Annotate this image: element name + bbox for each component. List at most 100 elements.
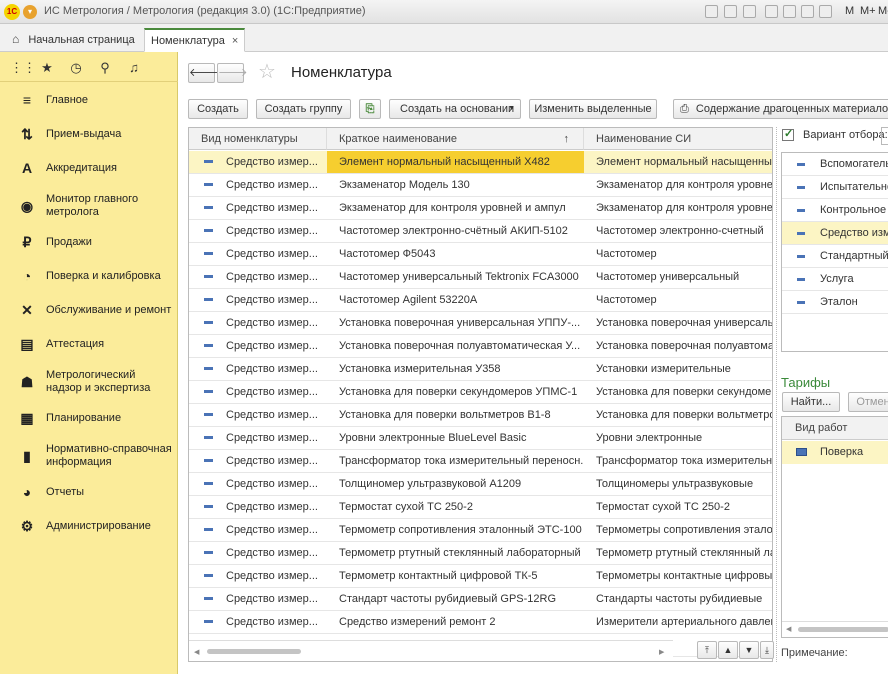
history-icon[interactable] — [819, 5, 832, 18]
copy-icon[interactable] — [783, 5, 796, 18]
table-row[interactable]: Средство измер... Элемент нормальный насы… — [189, 151, 772, 174]
table-row[interactable]: Средство измер... Уровни электронные Blue… — [189, 427, 772, 450]
search-icon[interactable]: ⚲ — [97, 60, 113, 76]
scroll-left-icon[interactable]: ◀ — [786, 625, 791, 633]
sidebar-item-sales[interactable]: ₽ Продажи — [0, 232, 178, 252]
scroll-bottom-button[interactable]: ⤓ — [760, 641, 774, 659]
memory-button[interactable]: M — [845, 5, 854, 17]
kind-list-item[interactable]: Испытательно — [782, 176, 888, 199]
kind-list-item[interactable]: Эталон — [782, 291, 888, 314]
table-row[interactable]: Средство измер... Термометр сопротивления… — [189, 519, 772, 542]
sidebar-item-supervision[interactable]: ☗ Метрологический надзор и экспертиза — [0, 368, 178, 396]
create-group-button[interactable]: Создать группу — [256, 99, 351, 119]
find-button[interactable]: Найти... — [782, 392, 840, 412]
sidebar-item-main[interactable]: ≡ Главное — [0, 90, 178, 110]
main-menu-button[interactable]: ▾ — [23, 5, 37, 19]
print-icon[interactable] — [724, 5, 737, 18]
kind-list[interactable]: Вспомогатель Испытательно Контрольное о Сре… — [781, 152, 888, 352]
bell-icon[interactable]: ♫ — [126, 60, 142, 76]
table-row[interactable]: Средство измер... Термометр контактный ци… — [189, 565, 772, 588]
history-clock-icon[interactable]: ◷ — [68, 60, 84, 76]
table-row[interactable]: Средство измер... Установка измерительная… — [189, 358, 772, 381]
back-button[interactable]: 🡐 — [188, 63, 219, 83]
table-row[interactable]: Средство измер... Стандарт частоты рубиди… — [189, 588, 772, 611]
table-row[interactable]: Средство измер... Толщиномер ультразвуков… — [189, 473, 772, 496]
precious-metals-button[interactable]: ⎙ Содержание драгоценных материалов — [673, 99, 888, 119]
scrollbar-thumb[interactable] — [798, 627, 888, 632]
create-button[interactable]: Создать — [188, 99, 248, 119]
column-header-work-type[interactable]: Вид работ — [782, 417, 888, 440]
sidebar-item-admin[interactable]: ⚙ Администрирование — [0, 516, 178, 536]
preview-icon[interactable] — [743, 5, 756, 18]
star-icon[interactable]: ★ — [39, 60, 55, 76]
table-row[interactable]: Средство измер... Экзаменатор для контрол… — [189, 197, 772, 220]
paste-icon[interactable] — [801, 5, 814, 18]
sidebar-item-attestation[interactable]: ▤ Аттестация — [0, 334, 178, 354]
close-icon[interactable]: × — [232, 35, 238, 47]
kind-list-item[interactable]: Средство изме — [782, 222, 888, 245]
kind-list-item[interactable]: Услуга — [782, 268, 888, 291]
scrollbar-thumb[interactable] — [207, 649, 301, 654]
table-row[interactable]: Средство измер... Средство измерений ремо… — [189, 611, 772, 634]
tab-nomenclature[interactable]: Номенклатура × — [144, 28, 246, 52]
sidebar-item-verification[interactable]: ◔ Поверка и калибровка — [0, 266, 178, 286]
splitter[interactable] — [776, 127, 777, 662]
edit-selected-button[interactable]: Изменить выделенные — [529, 99, 657, 119]
table-row[interactable]: Средство измер... Экзаменатор Модель 130 Э… — [189, 174, 772, 197]
sidebar-item-accreditation[interactable]: A Аккредитация — [0, 158, 178, 178]
tariffs-horizontal-scrollbar[interactable]: ◀ — [782, 621, 888, 637]
table-row[interactable]: Средство измер... Трансформатор тока изме… — [189, 450, 772, 473]
cancel-search-button[interactable]: Отмен — [848, 392, 888, 412]
table-row[interactable]: Средство измер... Термостат сухой ТС 250-… — [189, 496, 772, 519]
si-name-cell: Установка поверочная полуавтомати — [596, 340, 773, 352]
column-header-si-name[interactable]: Наименование СИ — [584, 128, 772, 150]
table-row[interactable]: Средство измер... Установка для поверки с… — [189, 381, 772, 404]
tab-home[interactable]: ⌂ Начальная страница — [6, 28, 141, 52]
scroll-down-button[interactable]: ▼ — [739, 641, 759, 659]
table-row[interactable]: Средство измер... Частотомер Ф5043 Частото… — [189, 243, 772, 266]
filter-select[interactable] — [881, 127, 888, 145]
memory-minus-button[interactable]: M- — [878, 5, 888, 17]
table-row[interactable]: Средство измер... Установка поверочная по… — [189, 335, 773, 358]
table-row[interactable]: Средство измер... Частотомер Agilent 5322… — [189, 289, 772, 312]
scroll-top-button[interactable]: ⤒ — [697, 641, 717, 659]
kind-cell: Средство измер... — [226, 202, 318, 214]
table-row[interactable]: Средство измер... Установка поверочная ун… — [189, 312, 773, 335]
table-row[interactable]: Средство измер... Термометр ртутный стекл… — [189, 542, 772, 565]
horizontal-scrollbar[interactable]: ◀ ▶ — [189, 640, 673, 660]
favorite-star-icon[interactable]: ☆ — [258, 60, 276, 84]
table-row[interactable]: Средство измер... Частотомер универсальны… — [189, 266, 772, 289]
table-row[interactable]: Средство измер... Частотомер электронно-с… — [189, 220, 772, 243]
create-based-on-button[interactable]: Создать на основании ▼ — [389, 99, 521, 119]
scroll-left-icon[interactable]: ◀ — [194, 648, 199, 656]
scroll-up-button[interactable]: ▲ — [718, 641, 738, 659]
sidebar-item-reception[interactable]: ⇅ Прием-выдача — [0, 124, 178, 144]
add-icon[interactable] — [765, 5, 778, 18]
apps-grid-icon[interactable]: ⋮⋮ — [10, 60, 36, 76]
kind-list-item[interactable]: Стандартный о — [782, 245, 888, 268]
tab-home-label: Начальная страница — [28, 34, 135, 46]
sidebar-item-planning[interactable]: ▦ Планирование — [0, 408, 178, 428]
forward-button[interactable]: 🡒 — [217, 63, 248, 83]
sidebar-item-reference[interactable]: ▮ Нормативно-справочная информация — [0, 442, 178, 470]
copy-item-icon[interactable]: ⎘ — [359, 99, 381, 119]
sidebar-item-monitor[interactable]: ◉ Монитор главного метролога — [0, 192, 178, 220]
sidebar-item-label: Администрирование — [46, 520, 151, 532]
column-header-kind[interactable]: Вид номенклатуры — [189, 128, 327, 150]
kind-list-item[interactable]: Контрольное о — [782, 199, 888, 222]
scroll-right-icon[interactable]: ▶ — [659, 648, 664, 656]
sidebar-item-reports[interactable]: ◕ Отчеты — [0, 482, 178, 502]
si-name-cell: Частотомер универсальный — [596, 271, 740, 283]
nomenclature-table[interactable]: Вид номенклатуры Краткое наименование ↑ … — [188, 127, 773, 662]
save-icon[interactable] — [705, 5, 718, 18]
filter-checkbox[interactable]: ✓ — [782, 128, 794, 141]
column-header-short-name[interactable]: Краткое наименование ↑ — [327, 128, 584, 150]
tariffs-table[interactable]: Вид работ Поверка ◀ — [781, 416, 888, 638]
memory-plus-button[interactable]: M+ — [860, 5, 876, 17]
si-name-cell: Установка поверочная универсальная — [596, 317, 773, 329]
sidebar-item-maintenance[interactable]: ✕ Обслуживание и ремонт — [0, 300, 178, 320]
create-based-on-label: Создать на основании — [400, 103, 515, 115]
kind-list-item[interactable]: Вспомогатель — [782, 153, 888, 176]
table-row[interactable]: Поверка — [782, 441, 888, 464]
table-row[interactable]: Средство измер... Установка для поверки в… — [189, 404, 772, 427]
